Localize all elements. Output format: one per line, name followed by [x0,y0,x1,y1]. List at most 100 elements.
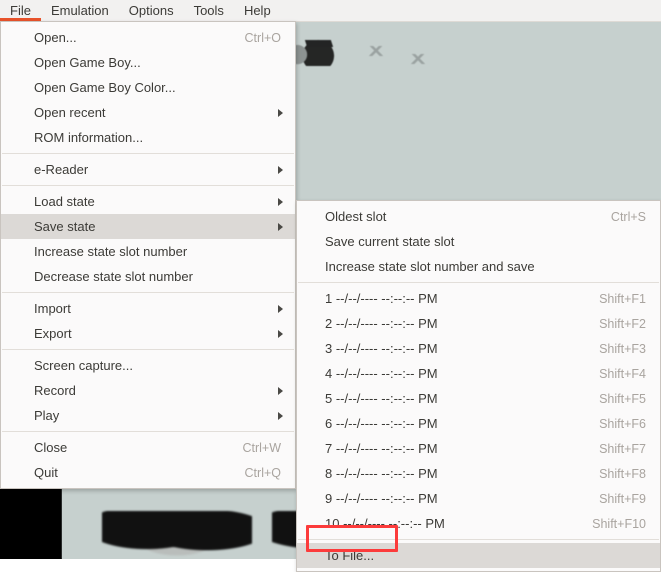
menu-item-label: ROM information... [34,130,144,145]
menu-item-label: Open Game Boy... [34,55,141,70]
menu-item-label: 2 --/--/---- --:--:-- PM [325,316,438,331]
file-menu-item-increase-state-slot-number[interactable]: Increase state slot number [1,239,295,264]
menu-item-label: 5 --/--/---- --:--:-- PM [325,391,438,406]
file-menu-item-play[interactable]: Play [1,403,295,428]
menu-item-label: Load state [34,194,95,209]
save-state-submenu-item-to-file[interactable]: To File... [297,543,660,568]
submenu-arrow-icon [278,411,283,420]
menu-item-label: Open... [34,30,77,45]
submenu-arrow-icon [278,197,283,206]
submenu-arrow-icon [278,222,283,231]
menu-item-label: Screen capture... [34,358,133,373]
menu-item-label: Import [34,301,71,316]
save-state-submenu-item-save-current-state-slot[interactable]: Save current state slot [297,229,660,254]
file-menu-panel: Open... Ctrl+O Open Game Boy... Open Game B… [0,21,296,489]
menu-item-shortcut: Shift+F3 [599,341,646,356]
save-state-submenu-item-increase-state-slot-number-and-save[interactable]: Increase state slot number and save [297,254,660,279]
save-state-submenu-panel: Oldest slot Ctrl+S Save current state slot… [296,200,661,572]
save-state-submenu-item-1-pm[interactable]: 1 --/--/---- --:--:-- PM Shift+F1 [297,286,660,311]
save-state-submenu-item-4-pm[interactable]: 4 --/--/---- --:--:-- PM Shift+F4 [297,361,660,386]
file-menu-item-open[interactable]: Open... Ctrl+O [1,25,295,50]
menu-item-label: 6 --/--/---- --:--:-- PM [325,416,438,431]
menu-item-label: Save state [34,219,96,234]
menu-item-label: Play [34,408,60,423]
menu-item-shortcut: Ctrl+S [610,209,646,224]
menu-item-shortcut: Ctrl+Q [244,465,281,480]
menu-item-shortcut: Shift+F8 [599,466,646,481]
submenu-arrow-icon [278,386,283,395]
menu-item-label: Save current state slot [325,234,455,249]
file-menu-separator [2,431,294,432]
menu-item-shortcut: Shift+F7 [599,441,646,456]
file-menu-item-rom-information[interactable]: ROM information... [1,125,295,150]
menubar-item-file[interactable]: File [0,0,41,21]
menu-item-label: e-Reader [34,162,89,177]
file-menu-item-e-reader[interactable]: e-Reader [1,157,295,182]
menu-item-shortcut: Shift+F9 [599,491,646,506]
submenu-arrow-icon [278,165,283,174]
file-menu-item-import[interactable]: Import [1,296,295,321]
menu-item-label: To File... [325,548,375,563]
menubar: File Emulation Options Tools Help [0,0,661,22]
menubar-item-tools[interactable]: Tools [184,0,234,21]
menubar-item-emulation[interactable]: Emulation [41,0,119,21]
file-menu-item-open-game-boy-color[interactable]: Open Game Boy Color... [1,75,295,100]
save-state-submenu-item-8-pm[interactable]: 8 --/--/---- --:--:-- PM Shift+F8 [297,461,660,486]
save-state-submenu-separator [298,539,659,540]
file-menu-separator [2,292,294,293]
menu-item-label: 7 --/--/---- --:--:-- PM [325,441,438,456]
save-state-submenu-separator [298,282,659,283]
menu-item-label: 3 --/--/---- --:--:-- PM [325,341,438,356]
save-state-submenu-item-2-pm[interactable]: 2 --/--/---- --:--:-- PM Shift+F2 [297,311,660,336]
submenu-arrow-icon [278,304,283,313]
submenu-arrow-icon [278,108,283,117]
menubar-item-help[interactable]: Help [234,0,281,21]
menu-item-shortcut: Shift+F5 [599,391,646,406]
menu-item-shortcut: Shift+F6 [599,416,646,431]
menu-item-label: Increase state slot number [34,244,188,259]
menu-item-shortcut: Shift+F2 [599,316,646,331]
save-state-submenu-item-oldest-slot[interactable]: Oldest slot Ctrl+S [297,204,660,229]
menubar-item-options[interactable]: Options [119,0,184,21]
menu-item-label: 9 --/--/---- --:--:-- PM [325,491,438,506]
save-state-submenu-item-3-pm[interactable]: 3 --/--/---- --:--:-- PM Shift+F3 [297,336,660,361]
file-menu-item-quit[interactable]: Quit Ctrl+Q [1,460,295,485]
game-sprite-ground [102,511,252,559]
menu-item-shortcut: Ctrl+W [242,440,281,455]
menu-item-label: Quit [34,465,58,480]
menu-item-label: Oldest slot [325,209,387,224]
save-state-submenu-item-9-pm[interactable]: 9 --/--/---- --:--:-- PM Shift+F9 [297,486,660,511]
menu-item-shortcut: Shift+F4 [599,366,646,381]
menu-item-label: 4 --/--/---- --:--:-- PM [325,366,438,381]
file-menu-item-save-state[interactable]: Save state [1,214,295,239]
application-window: File Emulation Options Tools Help Open... Ctr… [0,0,661,572]
menu-item-label: 8 --/--/---- --:--:-- PM [325,466,438,481]
save-state-submenu-item-7-pm[interactable]: 7 --/--/---- --:--:-- PM Shift+F7 [297,436,660,461]
menu-item-label: Export [34,326,72,341]
game-sprite-chevron [368,46,384,56]
save-state-submenu-item-5-pm[interactable]: 5 --/--/---- --:--:-- PM Shift+F5 [297,386,660,411]
file-menu-item-load-state[interactable]: Load state [1,189,295,214]
file-menu-item-open-recent[interactable]: Open recent [1,100,295,125]
save-state-submenu-item-6-pm[interactable]: 6 --/--/---- --:--:-- PM Shift+F6 [297,411,660,436]
submenu-arrow-icon [278,329,283,338]
game-sprite-chevron [410,54,426,64]
menu-item-label: 1 --/--/---- --:--:-- PM [325,291,438,306]
menu-item-label: Close [34,440,68,455]
menu-item-label: Record [34,383,76,398]
file-menu-item-screen-capture[interactable]: Screen capture... [1,353,295,378]
save-state-submenu-item-10-pm[interactable]: 10 --/--/---- --:--:-- PM Shift+F10 [297,511,660,536]
menu-item-label: Increase state slot number and save [325,259,535,274]
file-menu-separator [2,185,294,186]
file-menu-item-decrease-state-slot-number[interactable]: Decrease state slot number [1,264,295,289]
menu-item-shortcut: Shift+F10 [592,516,646,531]
file-menu-item-record[interactable]: Record [1,378,295,403]
menu-item-label: Decrease state slot number [34,269,193,284]
menu-item-label: 10 --/--/---- --:--:-- PM [325,516,445,531]
menu-item-label: Open recent [34,105,106,120]
file-menu-item-open-game-boy[interactable]: Open Game Boy... [1,50,295,75]
menu-item-shortcut: Shift+F1 [599,291,646,306]
menu-item-label: Open Game Boy Color... [34,80,176,95]
file-menu-item-export[interactable]: Export [1,321,295,346]
file-menu-item-close[interactable]: Close Ctrl+W [1,435,295,460]
